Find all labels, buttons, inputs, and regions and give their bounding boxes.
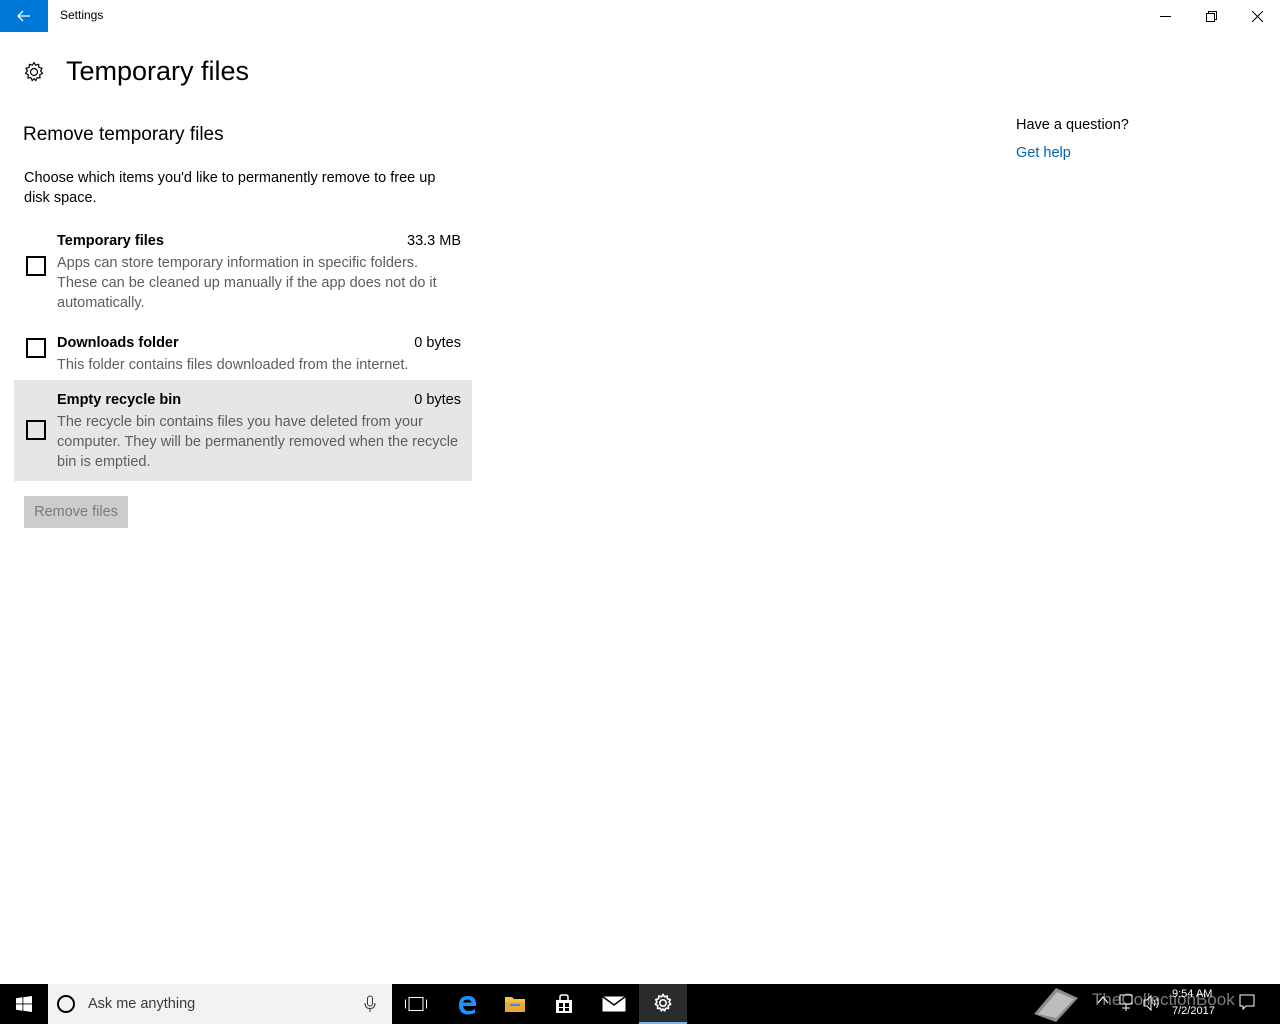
task-view-icon bbox=[405, 997, 427, 1011]
file-explorer-button[interactable] bbox=[491, 984, 539, 1024]
checkbox-empty-recycle-bin[interactable] bbox=[26, 420, 46, 440]
item-name: Downloads folder bbox=[57, 335, 179, 351]
page-title: Temporary files bbox=[66, 56, 250, 86]
item-size: 0 bytes bbox=[414, 392, 461, 408]
settings-icon bbox=[654, 993, 672, 1012]
cleanup-item-temporary-files[interactable]: Temporary files 33.3 MB Apps can store t… bbox=[14, 225, 472, 311]
cortana-icon bbox=[57, 995, 75, 1013]
store-icon bbox=[556, 994, 572, 1013]
mail-button[interactable] bbox=[590, 984, 638, 1024]
checkbox-temporary-files[interactable] bbox=[26, 256, 46, 276]
back-button[interactable] bbox=[0, 0, 48, 32]
item-description: Apps can store temporary information in … bbox=[57, 255, 437, 311]
close-button[interactable] bbox=[1234, 0, 1280, 32]
store-button[interactable] bbox=[540, 984, 588, 1024]
restore-icon bbox=[1205, 10, 1217, 22]
item-name: Empty recycle bin bbox=[57, 392, 182, 408]
chevron-up-icon[interactable] bbox=[1097, 994, 1109, 1006]
section-title: Remove temporary files bbox=[23, 124, 224, 145]
clock-time[interactable]: 9:54 AM bbox=[1172, 988, 1212, 1000]
search-placeholder: Ask me anything bbox=[88, 996, 196, 1012]
item-description: This folder contains files downloaded fr… bbox=[57, 357, 409, 373]
item-size: 33.3 MB bbox=[407, 233, 461, 249]
edge-button[interactable] bbox=[443, 984, 491, 1024]
file-explorer-icon bbox=[505, 997, 525, 1012]
close-icon bbox=[1251, 10, 1263, 22]
settings-taskbar-button[interactable] bbox=[639, 984, 687, 1024]
task-view-button[interactable] bbox=[392, 984, 440, 1024]
restore-button[interactable] bbox=[1188, 0, 1234, 32]
start-button[interactable] bbox=[0, 984, 48, 1024]
remove-files-button[interactable]: Remove files bbox=[24, 496, 128, 528]
action-center-icon[interactable] bbox=[1239, 994, 1255, 1012]
item-size: 0 bytes bbox=[414, 335, 461, 351]
cleanup-item-empty-recycle-bin[interactable]: Empty recycle bin 0 bytes The recycle bi… bbox=[14, 380, 472, 481]
cleanup-item-downloads-folder[interactable]: Downloads folder 0 bytes This folder con… bbox=[14, 327, 472, 373]
volume-icon[interactable] bbox=[1143, 994, 1161, 1012]
item-description: The recycle bin contains files you have … bbox=[57, 414, 459, 470]
windows-logo-icon bbox=[16, 996, 32, 1012]
microphone-icon[interactable] bbox=[364, 995, 376, 1013]
window-title: Settings bbox=[60, 8, 104, 22]
item-name: Temporary files bbox=[57, 233, 164, 249]
checkbox-downloads-folder[interactable] bbox=[26, 338, 46, 358]
mail-icon bbox=[602, 996, 626, 1012]
get-help-link[interactable]: Get help bbox=[1016, 145, 1071, 161]
minimize-button[interactable] bbox=[1142, 0, 1188, 32]
gear-icon bbox=[24, 61, 44, 82]
edge-icon bbox=[459, 996, 476, 1015]
taskbar: Ask me anything TheCollectionBook 9:54 A… bbox=[0, 984, 1280, 1024]
help-question: Have a question? bbox=[1016, 117, 1129, 133]
network-icon[interactable] bbox=[1119, 994, 1135, 1012]
back-arrow-icon bbox=[17, 10, 30, 22]
title-bar: Settings bbox=[0, 0, 1280, 32]
clock-date[interactable]: 7/2/2017 bbox=[1172, 1005, 1215, 1017]
minimize-icon bbox=[1159, 15, 1171, 17]
search-box[interactable]: Ask me anything bbox=[48, 984, 392, 1024]
section-intro: Choose which items you'd like to permane… bbox=[24, 170, 436, 206]
book-logo-icon bbox=[1034, 988, 1078, 1022]
